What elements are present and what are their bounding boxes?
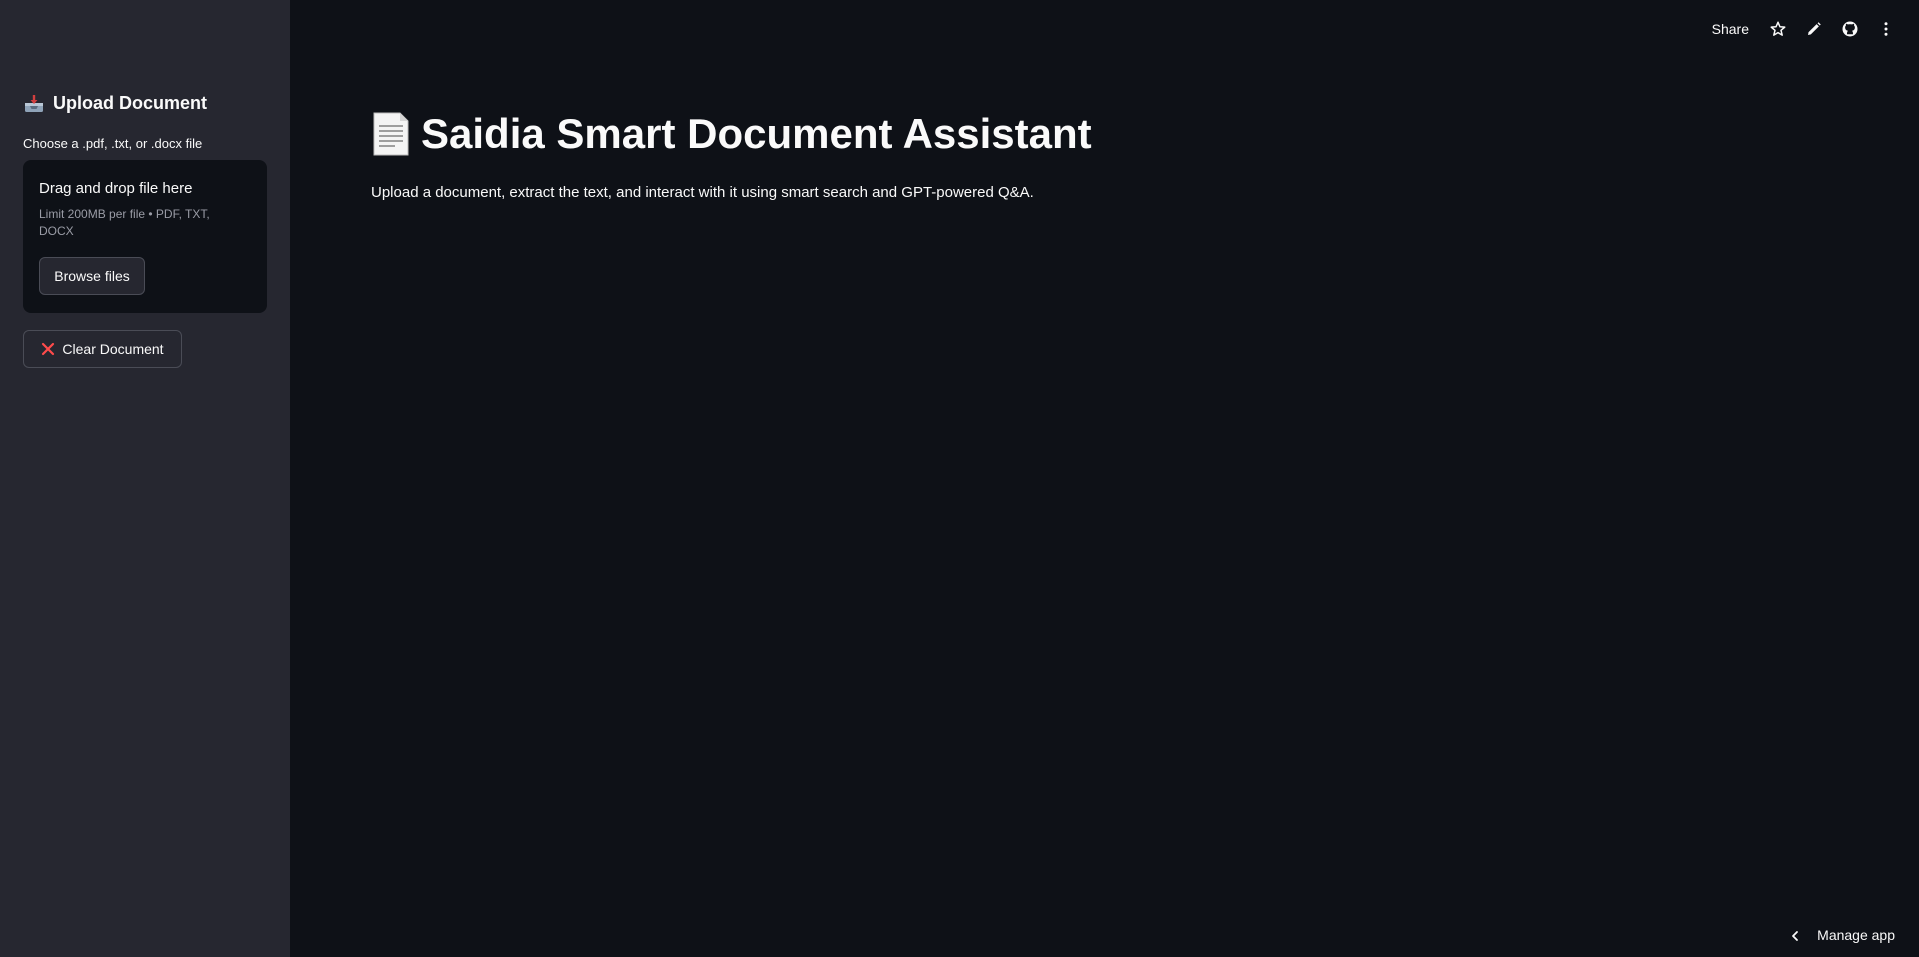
document-icon — [371, 111, 411, 157]
uploader-label: Choose a .pdf, .txt, or .docx file — [23, 136, 203, 151]
share-button[interactable]: Share — [1712, 21, 1749, 37]
page-title: Saidia Smart Document Assistant — [371, 110, 1092, 158]
clear-document-label: Clear Document — [62, 341, 164, 357]
kebab-menu-icon[interactable] — [1877, 20, 1895, 38]
browse-files-button[interactable]: Browse files — [39, 257, 145, 295]
page-description: Upload a document, extract the text, and… — [371, 184, 1034, 201]
sidebar: Upload Document Choose a .pdf, .txt, or … — [0, 0, 290, 957]
file-dropzone[interactable]: Drag and drop file here Limit 200MB per … — [23, 160, 267, 313]
manage-app-label: Manage app — [1817, 927, 1895, 943]
edit-pencil-icon[interactable] — [1805, 20, 1823, 38]
github-icon[interactable] — [1841, 20, 1859, 38]
manage-app-button[interactable]: Manage app — [1789, 927, 1895, 943]
sidebar-heading: Upload Document — [23, 93, 207, 114]
header-toolbar: Share — [1712, 20, 1895, 38]
star-icon[interactable] — [1769, 20, 1787, 38]
sidebar-heading-text: Upload Document — [53, 93, 208, 113]
inbox-tray-icon — [23, 94, 45, 114]
clear-document-button[interactable]: Clear Document — [23, 330, 182, 368]
page-title-text: Saidia Smart Document Assistant — [421, 110, 1092, 157]
app-root: Upload Document Choose a .pdf, .txt, or … — [0, 0, 1919, 957]
chevron-left-icon — [1789, 929, 1801, 941]
dropzone-title: Drag and drop file here — [39, 180, 193, 197]
dropzone-limit: Limit 200MB per file • PDF, TXT, DOCX — [39, 207, 210, 238]
cross-mark-icon — [41, 342, 55, 356]
